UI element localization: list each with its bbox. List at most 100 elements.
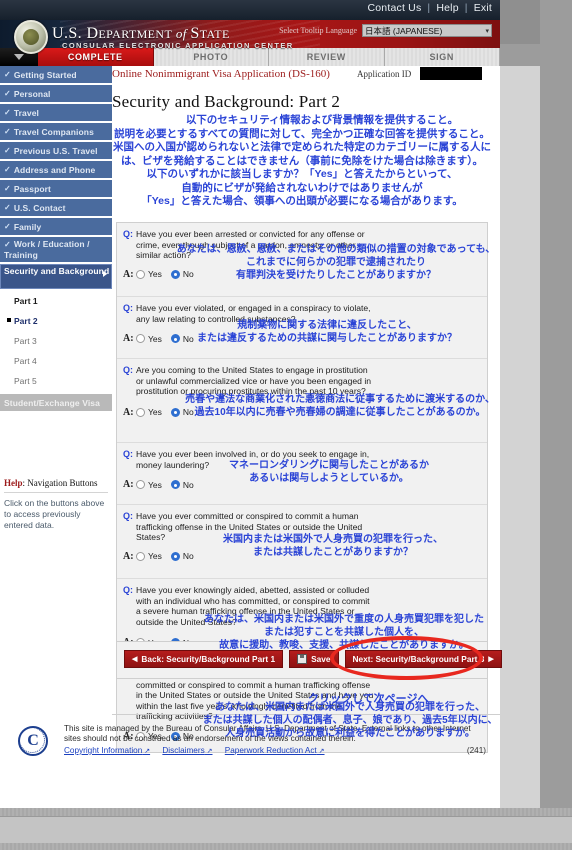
copyright-information-link[interactable]: Copyright Information ↗ bbox=[64, 746, 150, 755]
tab-sign[interactable]: SIGN bbox=[384, 48, 500, 66]
sidebar-item-travel[interactable]: ✓ Travel bbox=[0, 104, 112, 121]
sidebar-item-personal[interactable]: ✓ Personal bbox=[0, 85, 112, 102]
back-button-label: Back: Security/Background Part 1 bbox=[141, 654, 276, 664]
question-annotation-japanese: あなたは、米国内または米国外で人身売買の犯罪を行った、 または共謀した個人の配偶… bbox=[185, 701, 515, 740]
sidebar-item-address-and-phone[interactable]: ✓ Address and Phone bbox=[0, 161, 112, 178]
sidebar-subitem-part-1[interactable]: Part 1 bbox=[0, 291, 112, 311]
intro-line: 以下のいずれかに該当しますか？「Yes」と答えたからといって、 bbox=[146, 168, 458, 180]
answer-marker: A: bbox=[123, 550, 134, 562]
sidebar-subitem-part-4[interactable]: Part 4 bbox=[0, 351, 112, 371]
radio-dot-icon bbox=[136, 407, 145, 417]
annotation-line: マネーロンダリングに関与したことがあるか bbox=[229, 460, 429, 471]
check-icon: ✓ bbox=[4, 184, 11, 193]
tooltip-language-value: 日本語 (JAPANESE) bbox=[365, 25, 443, 36]
tooltip-language-control[interactable]: Select Tooltip Language 日本語 (JAPANESE) ▾ bbox=[279, 24, 492, 37]
radio-dot-icon bbox=[136, 551, 145, 561]
question-row: Q: Have you ever been arrested or convic… bbox=[117, 223, 495, 297]
application-title: Online Nonimmigrant Visa Application (DS… bbox=[112, 68, 330, 80]
answer-marker: A: bbox=[123, 333, 134, 345]
gutter-top-fill bbox=[500, 0, 540, 44]
radio-yes[interactable]: Yes bbox=[136, 407, 162, 417]
utility-bar: Contact Us | Help | Exit bbox=[0, 0, 500, 20]
check-icon: ✓ bbox=[4, 89, 11, 98]
sidebar-item-label: Getting Started bbox=[13, 69, 77, 80]
sidebar-nav: ✓ Getting Started ✓ Personal ✓ Travel ✓ Trav… bbox=[0, 66, 112, 413]
chevron-down-icon: ▾ bbox=[485, 27, 489, 35]
sidebar-item-label: Work / Education / Training bbox=[4, 239, 90, 260]
tooltip-language-select[interactable]: 日本語 (JAPANESE) ▾ bbox=[362, 24, 492, 37]
radio-yes[interactable]: Yes bbox=[136, 551, 162, 561]
gutter-panel-fill bbox=[500, 66, 540, 808]
help-panel: Help: Navigation Buttons Click on the bu… bbox=[0, 478, 112, 531]
radio-label: Yes bbox=[148, 479, 162, 490]
page-title: Security and Background: Part 2 bbox=[112, 92, 341, 111]
external-link-icon: ↗ bbox=[142, 748, 151, 755]
sidebar-item-getting-started[interactable]: ✓ Getting Started bbox=[0, 66, 112, 83]
question-marker: Q: bbox=[123, 585, 133, 595]
question-row: Q: Have you ever violated, or engaged in… bbox=[117, 297, 487, 359]
progress-tabs: COMPLETE PHOTO REVIEW SIGN bbox=[0, 48, 500, 67]
external-link-icon: ↗ bbox=[316, 748, 325, 755]
dos-subtitle: CONSULAR ELECTRONIC APPLICATION CENTER bbox=[62, 41, 294, 50]
annotation-line: あるいは関与しようとしているか。 bbox=[249, 473, 409, 484]
radio-yes[interactable]: Yes bbox=[136, 269, 162, 279]
check-icon: ✓ bbox=[4, 127, 11, 136]
paperwork-reduction-act-link[interactable]: Paperwork Reduction Act ↗ bbox=[225, 746, 325, 755]
intro-annotation-japanese: 以下のセキュリティ情報および背景情報を提供すること。 説明を必要とするすべての質… bbox=[108, 114, 496, 209]
tab-review[interactable]: REVIEW bbox=[269, 48, 385, 66]
sidebar-item-label: Family bbox=[13, 221, 42, 232]
question-row: Q: Are you coming to the United States t… bbox=[117, 359, 495, 443]
radio-dot-icon bbox=[136, 334, 145, 344]
contact-us-link[interactable]: Contact Us bbox=[367, 2, 421, 14]
sidebar-item-student-exchange-visa: Student/Exchange Visa bbox=[0, 394, 112, 411]
question-annotation-japanese: あなたは、恩赦、恩赦、またはその他の類似の措置の対象であっても、 これまでに何ら… bbox=[171, 243, 501, 282]
sidebar-item-previous-us-travel[interactable]: ✓ Previous U.S. Travel bbox=[0, 142, 112, 159]
sidebar-item-passport[interactable]: ✓ Passport bbox=[0, 180, 112, 197]
annotation-line: あなたは、恩赦、恩赦、またはその他の類似の措置の対象であっても、 bbox=[176, 244, 496, 255]
back-button[interactable]: ◀ Back: Security/Background Part 1 bbox=[124, 650, 284, 668]
radio-yes[interactable]: Yes bbox=[136, 334, 162, 344]
window-bottom-strip bbox=[0, 808, 572, 850]
annotation-line: これまでに何らかの犯罪で逮捕されたり bbox=[246, 257, 426, 268]
exit-link[interactable]: Exit bbox=[474, 2, 492, 14]
answer-marker: A: bbox=[123, 406, 134, 418]
sidebar-subitem-part-3[interactable]: Part 3 bbox=[0, 331, 112, 351]
intro-line: 自動的にビザが発給されないわけではありませんが bbox=[181, 181, 423, 194]
question-row: Q: Have you ever committed or conspired … bbox=[117, 505, 487, 579]
disclaimers-link[interactable]: Disclaimers ↗ bbox=[162, 746, 212, 755]
sidebar-item-work-education-training[interactable]: ✓ Work / Education / Training bbox=[0, 237, 112, 262]
sidebar-subitem-part-5[interactable]: Part 5 bbox=[0, 371, 112, 391]
sidebar-item-family[interactable]: ✓ Family bbox=[0, 218, 112, 235]
intro-line: 以下のセキュリティ情報および背景情報を提供すること。 bbox=[185, 114, 459, 126]
question-annotation-japanese: 規制薬物に関する法律に違反したこと、 または違反するための共謀に関与したことがあ… bbox=[167, 319, 487, 345]
radio-label: Yes bbox=[148, 551, 162, 562]
question-marker: Q: bbox=[123, 303, 133, 313]
divider: | bbox=[464, 2, 468, 14]
sidebar-subitem-part-2[interactable]: Part 2 bbox=[0, 311, 112, 331]
tab-complete[interactable]: COMPLETE bbox=[38, 48, 154, 66]
radio-dot-icon bbox=[136, 480, 145, 490]
triangle-down-icon bbox=[14, 54, 24, 60]
sidebar-item-label: Personal bbox=[13, 88, 51, 99]
intro-line: 「Yes」と答えた場合、領事への出頭が必要になる場合があります。 bbox=[141, 195, 463, 207]
application-header: Online Nonimmigrant Visa Application (DS… bbox=[112, 66, 500, 84]
sidebar-item-us-contact[interactable]: ✓ U.S. Contact bbox=[0, 199, 112, 216]
save-button-label: Save bbox=[311, 654, 331, 664]
question-annotation-japanese: 米国内または米国外で人身売買の犯罪を行った、 または共謀したことがありますか？ bbox=[183, 533, 483, 559]
sidebar-subitem-label: Part 4 bbox=[14, 356, 37, 366]
sidebar-subitem-label: Part 2 bbox=[14, 316, 38, 326]
page-sheet: Contact Us | Help | Exit U.S. DEPARTMENT of … bbox=[0, 0, 502, 808]
tab-photo[interactable]: PHOTO bbox=[153, 48, 269, 66]
intro-line: 説明を必要とするすべての質問に対して、完全かつ正確な回答を提供すること。 bbox=[114, 127, 490, 140]
check-icon: ✓ bbox=[4, 165, 11, 174]
help-link[interactable]: Help bbox=[436, 2, 458, 14]
question-marker: Q: bbox=[123, 229, 133, 239]
radio-yes[interactable]: Yes bbox=[136, 480, 162, 490]
question-marker: Q: bbox=[123, 365, 133, 375]
answer-marker: A: bbox=[123, 268, 134, 280]
sidebar-item-label: Passport bbox=[13, 183, 51, 194]
sidebar-item-travel-companions[interactable]: ✓ Travel Companions bbox=[0, 123, 112, 140]
help-title: Help: Navigation Buttons bbox=[0, 478, 112, 488]
application-id-label: Application ID bbox=[357, 69, 412, 79]
sidebar-item-security-and-background[interactable]: Security and Background bbox=[0, 264, 112, 289]
